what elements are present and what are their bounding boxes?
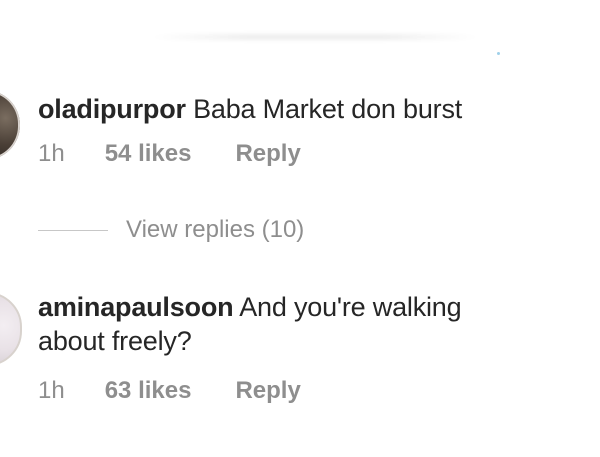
avatar[interactable] [0,90,20,160]
comment-time: 1h [38,377,65,404]
comment-likes[interactable]: 54 likes [105,140,192,168]
view-replies-link[interactable]: View replies (10) [126,216,304,244]
comment-body: Baba Market don burst [185,94,463,124]
comment-text: aminapaulsoon And you're walking about f… [38,290,518,358]
comment-meta: 1h 54 likes Reply [38,140,301,168]
avatar[interactable] [0,292,22,366]
comment-username[interactable]: aminapaulsoon [38,292,234,322]
comment-meta: 1h 63 likes Reply [38,377,301,405]
comment-time: 1h [38,140,65,167]
view-replies[interactable]: View replies (10) [38,216,304,244]
reply-button[interactable]: Reply [235,140,300,168]
comments-screen: oladipurpor Baba Market don burst 1h 54 … [0,0,600,457]
comment-likes[interactable]: 63 likes [105,377,192,405]
decorative-speck [497,52,500,55]
comment-username[interactable]: oladipurpor [38,94,186,124]
reply-button[interactable]: Reply [235,377,300,405]
faded-top-text [150,34,480,40]
comment-text: oladipurpor Baba Market don burst [38,92,538,126]
replies-divider [38,229,108,231]
